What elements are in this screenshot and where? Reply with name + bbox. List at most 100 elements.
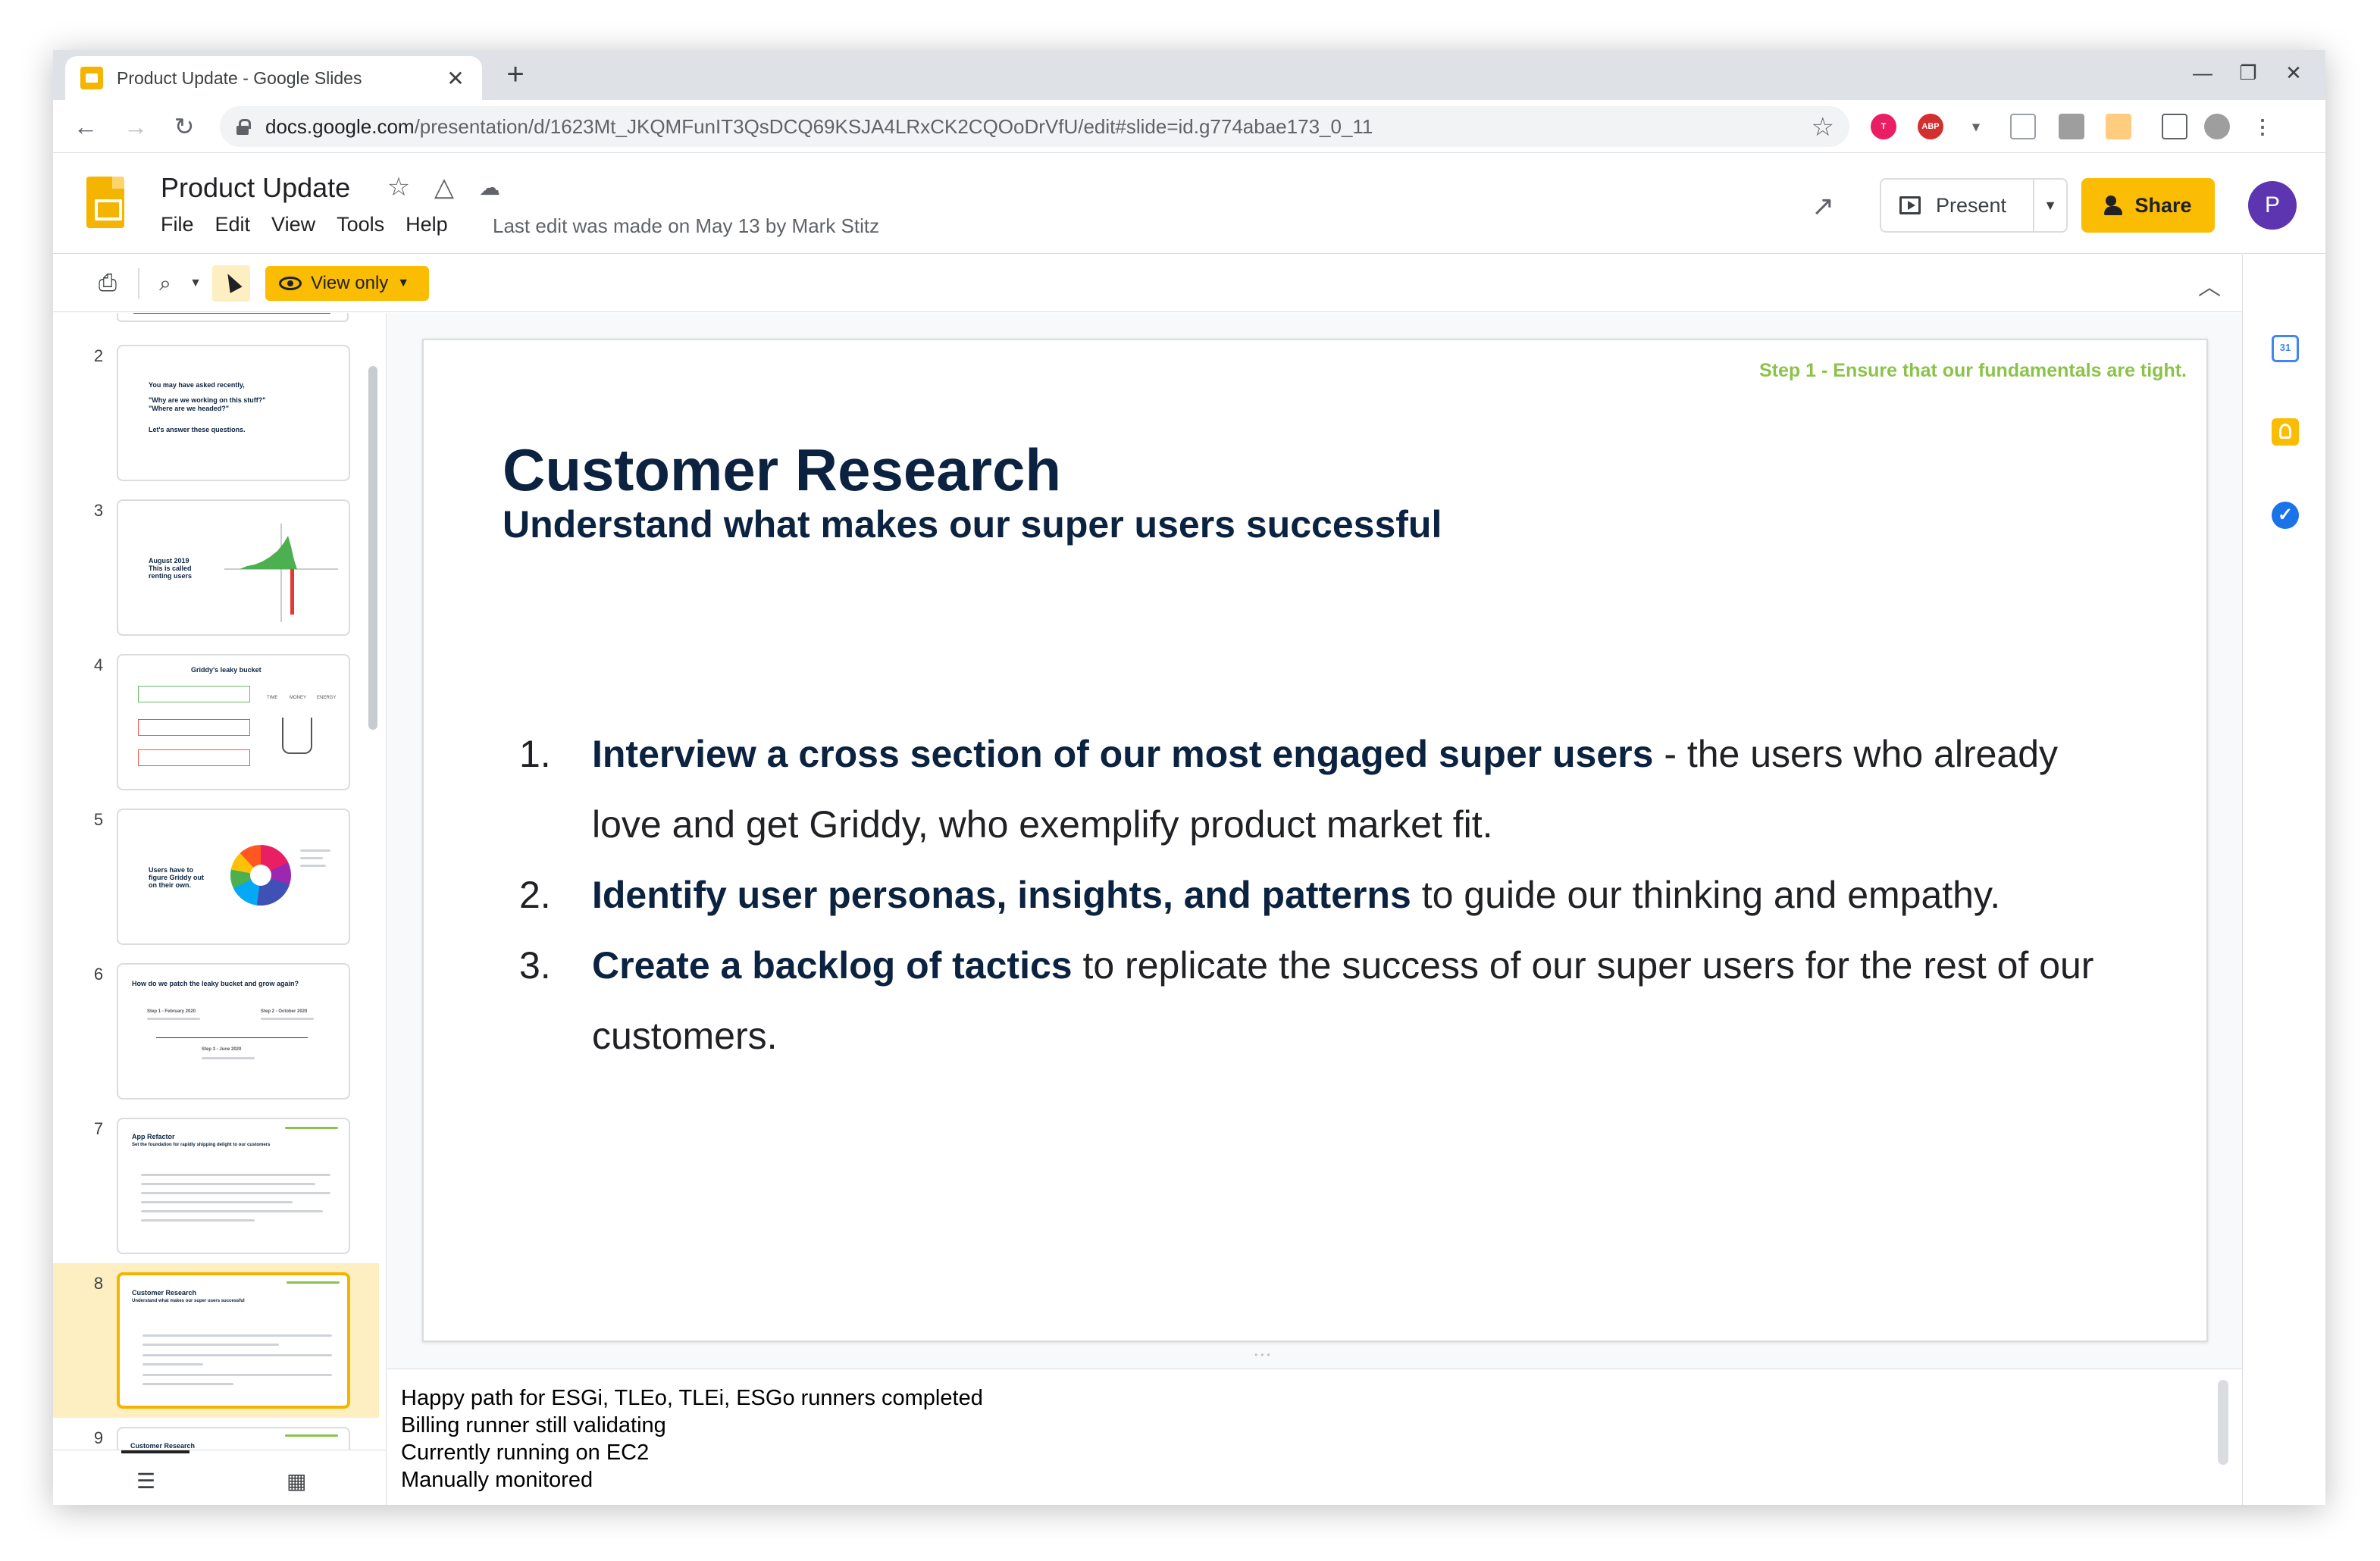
slide-thumbnail-8[interactable]: Customer Research Understand what makes … xyxy=(117,1272,350,1409)
list-number: 1. xyxy=(519,733,551,775)
filmstrip-item-7[interactable]: 7 App Refactor Set the foundation for ra… xyxy=(53,1109,379,1263)
tab-title: Product Update - Google Slides xyxy=(117,67,362,88)
menu-file[interactable]: File xyxy=(161,213,194,236)
star-icon[interactable]: ☆ xyxy=(384,172,414,202)
browser-window: Product Update - Google Slides ✕ + — ❐ ✕… xyxy=(53,50,2325,1505)
thumbnail-donut-chart xyxy=(230,845,291,906)
menu-help[interactable]: Help xyxy=(406,213,448,236)
list-item-bold: Create a backlog of tactics xyxy=(592,944,1073,987)
last-edit-link[interactable]: Last edit was made on May 13 by Mark Sti… xyxy=(493,214,879,238)
slide-canvas: Step 1 - Ensure that our fundamentals ar… xyxy=(387,313,2242,1369)
slide-thumbnail-3[interactable]: August 2019 This is called renting users xyxy=(117,499,350,636)
slides-logo-icon[interactable] xyxy=(86,177,124,228)
tab-close-icon[interactable]: ✕ xyxy=(444,66,467,91)
note-line: Currently running on EC2 xyxy=(401,1441,650,1465)
slide-number: 2 xyxy=(93,346,104,365)
minimize-icon[interactable]: — xyxy=(2180,58,2225,88)
profile-icon[interactable] xyxy=(2204,114,2230,139)
grid-view-icon[interactable]: ▦ xyxy=(287,1469,306,1494)
filmstrip-scrollbar[interactable] xyxy=(368,366,377,730)
menu-view[interactable]: View xyxy=(271,213,315,236)
browser-tab[interactable]: Product Update - Google Slides ✕ xyxy=(65,56,482,100)
document-title[interactable]: Product Update xyxy=(161,172,350,204)
extension-dropdown-icon[interactable]: ▾ xyxy=(1963,114,1989,139)
extension-grey-icon[interactable] xyxy=(2059,114,2084,139)
note-line: Billing runner still validating xyxy=(401,1413,666,1437)
speaker-notes[interactable]: Happy path for ESGi, TLEo, TLEi, ESGo ru… xyxy=(387,1369,2242,1505)
slide-thumbnail-4[interactable]: Griddy's leaky bucket TIME MONEY ENERGY xyxy=(117,654,350,790)
view-only-button[interactable]: View only ▼ xyxy=(265,266,429,301)
cloud-status-icon[interactable]: ☁ xyxy=(474,175,505,200)
filmstrip-item-4[interactable]: 4 Griddy's leaky bucket TIME MONEY ENERG… xyxy=(53,645,379,799)
url-input[interactable]: docs.google.com/presentation/d/1623Mt_JK… xyxy=(220,106,1849,147)
notes-resize-handle[interactable]: ••• xyxy=(1254,1350,1285,1360)
extension-character-icon[interactable] xyxy=(2106,114,2131,139)
avatar[interactable]: P xyxy=(2248,181,2297,230)
zoom-icon[interactable]: ⌕ xyxy=(150,268,180,299)
list-item-bold: Interview a cross section of our most en… xyxy=(592,733,1654,775)
keep-icon[interactable] xyxy=(2272,418,2299,446)
app-header: Product Update ☆ △ ☁ File Edit View Tool… xyxy=(53,154,2325,254)
slide-thumbnail-7[interactable]: App Refactor Set the foundation for rapi… xyxy=(117,1118,350,1254)
slide: Step 1 - Ensure that our fundamentals ar… xyxy=(422,339,2208,1342)
filmstrip-item-2[interactable]: 2 You may have asked recently, "Why are … xyxy=(53,336,379,490)
back-icon[interactable]: ← xyxy=(70,111,102,142)
restore-icon[interactable]: ❐ xyxy=(2225,58,2271,88)
slide-number: 4 xyxy=(93,655,104,674)
bookmark-star-icon[interactable]: ☆ xyxy=(1812,112,1834,142)
menu-bar: File Edit View Tools Help xyxy=(161,213,469,236)
extension-page-icon[interactable] xyxy=(2010,114,2036,139)
menu-tools[interactable]: Tools xyxy=(337,213,384,236)
filmstrip-item-6[interactable]: 6 How do we patch the leaky bucket and g… xyxy=(53,954,379,1109)
list-number: 2. xyxy=(519,874,551,916)
filmstrip-item-3[interactable]: 3 August 2019 This is called renting use… xyxy=(53,490,379,645)
menu-edit[interactable]: Edit xyxy=(215,213,251,236)
tab-strip: Product Update - Google Slides ✕ + — ❐ ✕ xyxy=(53,50,2325,100)
notes-scrollbar[interactable] xyxy=(2218,1380,2228,1465)
slide-subtitle: Understand what makes our super users su… xyxy=(503,503,1442,546)
present-button[interactable]: Present ▼ xyxy=(1880,178,2068,233)
present-main[interactable]: Present xyxy=(1881,180,2034,231)
tasks-icon[interactable]: ✓ xyxy=(2272,502,2299,529)
slides-favicon-icon xyxy=(80,67,103,89)
extension-t-icon[interactable]: T xyxy=(1871,114,1896,139)
reload-icon[interactable]: ↻ xyxy=(168,111,200,142)
share-button[interactable]: Share xyxy=(2081,178,2215,233)
activity-trend-icon[interactable]: ↗ xyxy=(1812,190,1834,222)
adblock-icon[interactable]: ABP xyxy=(1918,114,1943,139)
slide-thumbnail-6[interactable]: How do we patch the leaky bucket and gro… xyxy=(117,963,350,1100)
slide-list: 1. Interview a cross section of our most … xyxy=(509,719,2100,1071)
slide-number: 3 xyxy=(93,501,104,520)
filmstrip-item-5[interactable]: 5 Users have to figure Griddy out on the… xyxy=(53,799,379,954)
slide-number: 8 xyxy=(93,1274,104,1293)
slide-thumbnail-1[interactable] xyxy=(117,313,349,322)
expand-panel-icon[interactable]: › xyxy=(2272,1497,2279,1505)
window-close-icon[interactable]: ✕ xyxy=(2271,58,2316,88)
browser-menu-icon[interactable]: ⋮ xyxy=(2250,114,2275,139)
list-number: 3. xyxy=(519,944,551,987)
cast-icon[interactable] xyxy=(2162,114,2187,139)
slide-thumbnail-2[interactable]: You may have asked recently, "Why are we… xyxy=(117,345,350,481)
forward-icon[interactable]: → xyxy=(120,111,152,142)
view-only-dropdown-icon: ▼ xyxy=(397,277,410,289)
list-item: 1. Interview a cross section of our most … xyxy=(509,719,2100,860)
new-tab-button[interactable]: + xyxy=(500,59,531,89)
active-view-indicator xyxy=(121,1450,189,1453)
move-to-drive-icon[interactable]: △ xyxy=(429,172,459,202)
collapse-menus-icon[interactable]: ︿ xyxy=(2198,268,2221,302)
present-label: Present xyxy=(1936,193,2007,217)
slide-number: 6 xyxy=(93,965,104,984)
slide-thumbnail-5[interactable]: Users have to figure Griddy out on their… xyxy=(117,809,350,945)
filmstrip-item-8[interactable]: 8 Customer Research Understand what make… xyxy=(53,1263,379,1418)
print-icon[interactable]: ⎙ xyxy=(92,268,123,299)
thumbnail-chart-graphic xyxy=(224,524,338,622)
filmstrip-view-icon[interactable]: ☰ xyxy=(136,1469,155,1494)
calendar-icon[interactable]: 31 xyxy=(2272,335,2299,362)
note-line: Happy path for ESGi, TLEo, TLEi, ESGo ru… xyxy=(401,1386,983,1410)
zoom-dropdown-icon[interactable]: ▼ xyxy=(180,268,211,299)
present-dropdown-icon[interactable]: ▼ xyxy=(2034,198,2066,214)
side-panel: 31 ✓ › xyxy=(2242,255,2325,1505)
select-cursor-icon[interactable] xyxy=(212,265,250,302)
note-line: Manually monitored xyxy=(401,1468,593,1492)
lock-icon xyxy=(236,119,251,135)
